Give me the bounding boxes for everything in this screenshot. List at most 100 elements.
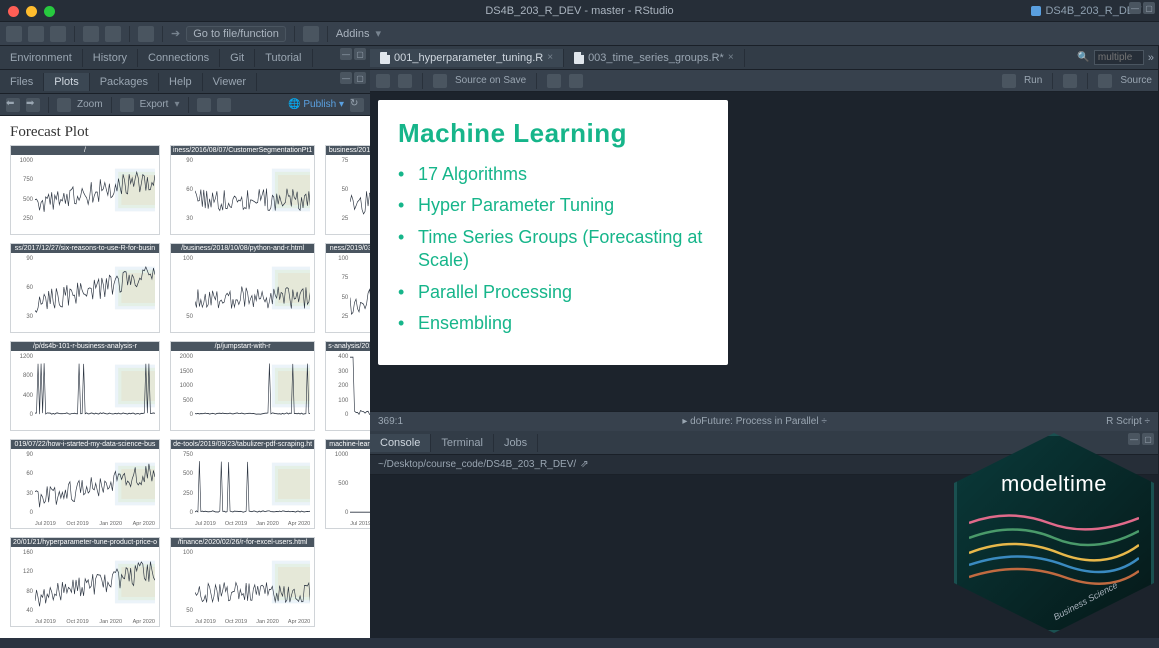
y-axis: 9060300 bbox=[13, 452, 33, 516]
source-pane: 001_hyperparameter_tuning.R×003_time_ser… bbox=[370, 46, 1159, 431]
y-axis: 4003002001000 bbox=[328, 354, 348, 418]
remove-plot-icon[interactable] bbox=[197, 98, 211, 112]
tab-connections[interactable]: Connections bbox=[138, 49, 220, 67]
tab-console[interactable]: Console bbox=[370, 434, 431, 452]
source-editor[interactable]: Machine Learning 17 AlgorithmsHyper Para… bbox=[370, 92, 1158, 411]
tab-tutorial[interactable]: Tutorial bbox=[255, 49, 312, 67]
minimize-pane-icon[interactable]: — bbox=[1129, 2, 1141, 14]
maximize-pane-icon[interactable]: ▢ bbox=[1143, 2, 1155, 14]
facet-plot: de-tools/2019/09/23/tabulizer-pdf-scrapi… bbox=[170, 439, 315, 529]
source-button[interactable]: Source bbox=[1120, 75, 1152, 86]
y-axis: 1601208040 bbox=[13, 550, 33, 614]
hex-logo: modeltime Business Science bbox=[939, 418, 1159, 648]
facet-title: business/2017/09/18/hr_employee_attritio… bbox=[326, 146, 370, 155]
facet-grid: /1000750500250 iness/2016/08/07/CustomerS… bbox=[10, 145, 360, 627]
goto-file-input[interactable]: Go to file/function bbox=[186, 26, 286, 42]
print-icon[interactable] bbox=[138, 26, 154, 42]
tab-terminal[interactable]: Terminal bbox=[431, 434, 494, 452]
right-column: EnvironmentHistoryConnectionsGitTutorial… bbox=[0, 46, 370, 638]
export-button[interactable]: Export bbox=[140, 99, 169, 110]
next-plot-icon[interactable]: ➡ bbox=[26, 98, 40, 112]
document-icon bbox=[574, 52, 584, 64]
facet-title: /business/2018/10/08/python-and-r.html bbox=[171, 244, 314, 253]
x-axis: Jul 2019Oct 2019Jan 2020Apr 2020 bbox=[35, 521, 155, 527]
zoom-icon[interactable] bbox=[57, 98, 71, 112]
search-icon[interactable]: 🔍 bbox=[1073, 52, 1093, 63]
tab-jobs[interactable]: Jobs bbox=[494, 434, 538, 452]
new-project-icon[interactable] bbox=[28, 26, 44, 42]
forward-icon[interactable] bbox=[398, 74, 412, 88]
facet-title: /finance/2020/02/26/r-for-excel-users.ht… bbox=[171, 538, 314, 547]
facet-title: ss/2017/12/27/six-reasons-to-use-R-for-b… bbox=[11, 244, 159, 253]
run-button[interactable]: Run bbox=[1024, 75, 1042, 86]
search-input[interactable] bbox=[1094, 50, 1144, 65]
wand-icon[interactable] bbox=[547, 74, 561, 88]
titlebar: DS4B_203_R_DEV - master - RStudio DS4B_2… bbox=[0, 0, 1159, 22]
facet-plot: /finance/2020/02/26/r-for-excel-users.ht… bbox=[170, 537, 315, 627]
maximize-icon[interactable] bbox=[44, 6, 55, 17]
tab-001-hyperparameter-tuning-r[interactable]: 001_hyperparameter_tuning.R× bbox=[370, 49, 564, 67]
show-doc-icon[interactable] bbox=[433, 74, 447, 88]
tab-history[interactable]: History bbox=[83, 49, 138, 67]
prev-plot-icon[interactable]: ⬅ bbox=[6, 98, 20, 112]
facet-title: / bbox=[11, 146, 159, 155]
plot-toolbar: ⬅ ➡ Zoom Export ▾ 🌐 Publish ▾ ↻ bbox=[0, 94, 370, 116]
zoom-button[interactable]: Zoom bbox=[77, 99, 103, 110]
facet-title: iness/2016/08/07/CustomerSegmentationPt1 bbox=[171, 146, 314, 155]
close-tab-icon[interactable]: × bbox=[547, 52, 553, 63]
facet-plot: machine-learning-and-web-applications-r-… bbox=[325, 439, 370, 529]
x-axis: Jul 2019Oct 2019Jan 2020Apr 2020 bbox=[350, 521, 370, 527]
close-tab-icon[interactable]: × bbox=[728, 52, 734, 63]
cursor-pos: 369:1 bbox=[378, 416, 403, 427]
open-file-icon[interactable] bbox=[50, 26, 66, 42]
run-icon[interactable] bbox=[1002, 74, 1016, 88]
viewer-tabs: FilesPlotsPackagesHelpViewer —▢ bbox=[0, 70, 370, 94]
source-on-save[interactable]: Source on Save bbox=[455, 75, 526, 86]
y-axis: 10005000 bbox=[328, 452, 348, 516]
back-icon[interactable] bbox=[376, 74, 390, 88]
overlay-list-item: Time Series Groups (Forecasting at Scale… bbox=[418, 226, 708, 273]
maximize-pane-icon[interactable]: ▢ bbox=[354, 48, 366, 60]
rerun-icon[interactable] bbox=[1063, 74, 1077, 88]
tab-viewer[interactable]: Viewer bbox=[203, 73, 257, 91]
overlay-list-item: Hyper Parameter Tuning bbox=[418, 194, 708, 217]
tab-packages[interactable]: Packages bbox=[90, 73, 159, 91]
tab-plots[interactable]: Plots bbox=[44, 73, 89, 91]
refresh-icon[interactable]: ↻ bbox=[350, 98, 364, 112]
new-file-icon[interactable] bbox=[6, 26, 22, 42]
tab-git[interactable]: Git bbox=[220, 49, 255, 67]
tab-help[interactable]: Help bbox=[159, 73, 203, 91]
compile-icon[interactable] bbox=[569, 74, 583, 88]
y-axis: 906030 bbox=[13, 256, 33, 320]
tab-environment[interactable]: Environment bbox=[0, 49, 83, 67]
window-controls[interactable] bbox=[8, 6, 55, 17]
source-tabs: 001_hyperparameter_tuning.R×003_time_ser… bbox=[370, 46, 1158, 70]
maximize-pane-icon[interactable]: ▢ bbox=[354, 72, 366, 84]
close-icon[interactable] bbox=[8, 6, 19, 17]
facet-title: machine-learning-and-web-applications-r-… bbox=[326, 440, 370, 449]
export-icon[interactable] bbox=[120, 98, 134, 112]
publish-button[interactable]: 🌐 Publish ▾ bbox=[288, 99, 344, 110]
source-icon[interactable] bbox=[1098, 74, 1112, 88]
facet-title: 20/01/21/hyperparameter-tune-product-pri… bbox=[11, 538, 159, 547]
logo-name: modeltime bbox=[1001, 471, 1107, 497]
minimize-pane-icon[interactable]: — bbox=[340, 48, 352, 60]
tab-003-time-series-groups-r-[interactable]: 003_time_series_groups.R*× bbox=[564, 49, 745, 67]
minimize-pane-icon[interactable]: — bbox=[340, 72, 352, 84]
overlay-title: Machine Learning bbox=[398, 118, 708, 149]
save-icon[interactable] bbox=[83, 26, 99, 42]
plot-viewer: Forecast Plot /1000750500250iness/2016/0… bbox=[0, 116, 370, 638]
save-all-icon[interactable] bbox=[105, 26, 121, 42]
clear-plots-icon[interactable] bbox=[217, 98, 231, 112]
source-toolbar: Source on Save Run Source bbox=[370, 70, 1158, 92]
document-icon bbox=[380, 52, 390, 64]
minimize-icon[interactable] bbox=[26, 6, 37, 17]
tab-files[interactable]: Files bbox=[0, 73, 44, 91]
tab-overflow-icon[interactable]: » bbox=[1144, 52, 1158, 64]
section-nav[interactable]: ▸ doFuture: Process in Parallel ÷ bbox=[682, 416, 827, 427]
x-axis: Jul 2019Oct 2019Jan 2020Apr 2020 bbox=[195, 521, 310, 527]
popout-icon[interactable]: ⇗ bbox=[580, 459, 588, 470]
addins-menu[interactable]: Addins bbox=[336, 28, 370, 40]
facet-plot: /1000750500250 bbox=[10, 145, 160, 235]
grid-icon[interactable] bbox=[303, 26, 319, 42]
